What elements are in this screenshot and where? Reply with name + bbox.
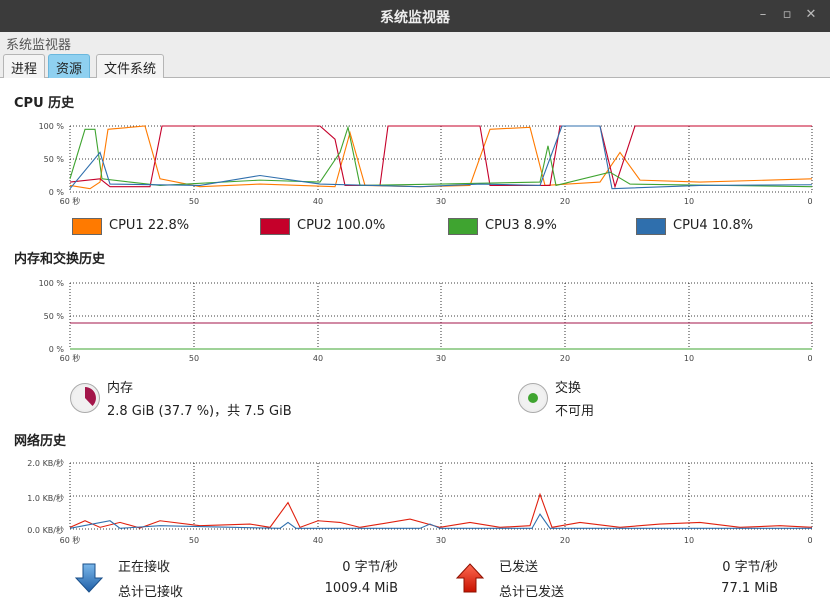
cpu3-color-swatch[interactable] <box>448 218 478 235</box>
network-chart: 2.0 KB/秒 1.0 KB/秒 0.0 KB/秒 60 秒 50 40 30… <box>27 458 812 545</box>
cpu-xtick-60: 60 秒 <box>60 196 81 206</box>
cpu4-color-swatch[interactable] <box>636 218 666 235</box>
net-xtick-60: 60 秒 <box>60 535 81 545</box>
mem-xtick-40: 40 <box>313 354 323 363</box>
net-xtick-10: 10 <box>684 536 694 545</box>
mem-ytick-50: 50 % <box>44 312 65 321</box>
mem-xtick-20: 20 <box>560 354 570 363</box>
mem-xtick-0: 0 <box>807 354 812 363</box>
minimize-icon[interactable]: – <box>754 6 772 24</box>
receiving-rate: 0 字节/秒 <box>342 560 398 575</box>
cpu-history-title: CPU 历史 <box>14 96 75 111</box>
total-sent-value: 77.1 MiB <box>721 581 778 596</box>
close-icon[interactable]: ✕ <box>802 6 820 24</box>
cpu2-label: CPU2 100.0% <box>297 218 386 233</box>
cpu-xtick-20: 20 <box>560 197 570 206</box>
cpu-graph: 100 % 50 % 0 % 60 秒 50 40 30 20 10 0 <box>0 114 830 210</box>
tab-filesystems[interactable]: 文件系统 <box>96 54 165 78</box>
cpu-ytick-0: 0 % <box>49 188 65 197</box>
mem-ytick-0: 0 % <box>49 345 65 354</box>
menubar: 系统监视器 <box>0 32 830 53</box>
net-ytick-2: 2.0 KB/秒 <box>27 458 64 468</box>
cpu1-label: CPU1 22.8% <box>109 218 190 233</box>
tab-resources[interactable]: 资源 <box>48 54 91 78</box>
memory-pie-icon[interactable] <box>70 383 100 413</box>
sending-label: 已发送 <box>499 560 539 575</box>
cpu-ytick-100: 100 % <box>39 122 65 131</box>
cpu-ytick-50: 50 % <box>44 155 65 164</box>
net-xtick-20: 20 <box>560 536 570 545</box>
memory-label: 内存 <box>107 381 134 396</box>
sending-rate: 0 字节/秒 <box>722 560 778 575</box>
memory-chart: 100 % 50 % 0 % 60 秒 50 40 30 20 10 0 <box>39 279 813 363</box>
memory-value: 2.8 GiB (37.7 %)，共 7.5 GiB <box>107 404 292 419</box>
cpu4-label: CPU4 10.8% <box>673 218 754 233</box>
swap-label: 交换 <box>555 381 582 396</box>
mem-xtick-30: 30 <box>436 354 446 363</box>
net-xtick-40: 40 <box>313 536 323 545</box>
tab-processes[interactable]: 进程 <box>3 54 46 78</box>
cpu1-color-swatch[interactable] <box>72 218 102 235</box>
network-history-title: 网络历史 <box>14 434 67 449</box>
cpu-xtick-50: 50 <box>189 197 199 206</box>
mem-xtick-50: 50 <box>189 354 199 363</box>
net-ytick-0: 0.0 KB/秒 <box>27 525 64 535</box>
net-ytick-1: 1.0 KB/秒 <box>27 493 64 503</box>
cpu-chart: 100 % 50 % 0 % 60 秒 50 40 30 20 10 0 <box>39 122 813 206</box>
total-received-value: 1009.4 MiB <box>324 581 398 596</box>
total-sent-label: 总计已发送 <box>499 585 565 600</box>
maximize-icon[interactable]: ▫ <box>778 6 796 24</box>
network-graph: 2.0 KB/秒 1.0 KB/秒 0.0 KB/秒 60 秒 50 40 30… <box>0 451 830 547</box>
cpu2-color-swatch[interactable] <box>260 218 290 235</box>
net-xtick-30: 30 <box>436 536 446 545</box>
mem-xtick-60: 60 秒 <box>60 353 81 363</box>
cpu3-label: CPU3 8.9% <box>485 218 557 233</box>
mem-xtick-10: 10 <box>684 354 694 363</box>
total-received-label: 总计已接收 <box>118 585 184 600</box>
swap-pie-icon[interactable] <box>518 383 548 413</box>
memory-history-title: 内存和交换历史 <box>14 252 106 267</box>
window-title: 系统监视器 <box>380 10 450 26</box>
cpu-xtick-30: 30 <box>436 197 446 206</box>
receiving-arrow-icon[interactable] <box>74 562 104 598</box>
net-xtick-50: 50 <box>189 536 199 545</box>
app-menu[interactable]: 系统监视器 <box>6 34 71 53</box>
sending-arrow-icon[interactable] <box>455 562 485 598</box>
memory-graph: 100 % 50 % 0 % 60 秒 50 40 30 20 10 0 <box>0 271 830 367</box>
swap-value: 不可用 <box>555 404 595 419</box>
cpu-xtick-10: 10 <box>684 197 694 206</box>
net-xtick-0: 0 <box>807 536 812 545</box>
tab-bar: 进程 资源 文件系统 <box>0 52 830 78</box>
receiving-label: 正在接收 <box>118 560 171 575</box>
resources-panel: CPU 历史 100 % 50 % 0 % 60 秒 50 40 30 20 1… <box>0 78 830 613</box>
mem-ytick-100: 100 % <box>39 279 65 288</box>
cpu-xtick-40: 40 <box>313 197 323 206</box>
window-titlebar: 系统监视器 – ▫ ✕ <box>0 0 830 32</box>
cpu-xtick-0: 0 <box>807 197 812 206</box>
